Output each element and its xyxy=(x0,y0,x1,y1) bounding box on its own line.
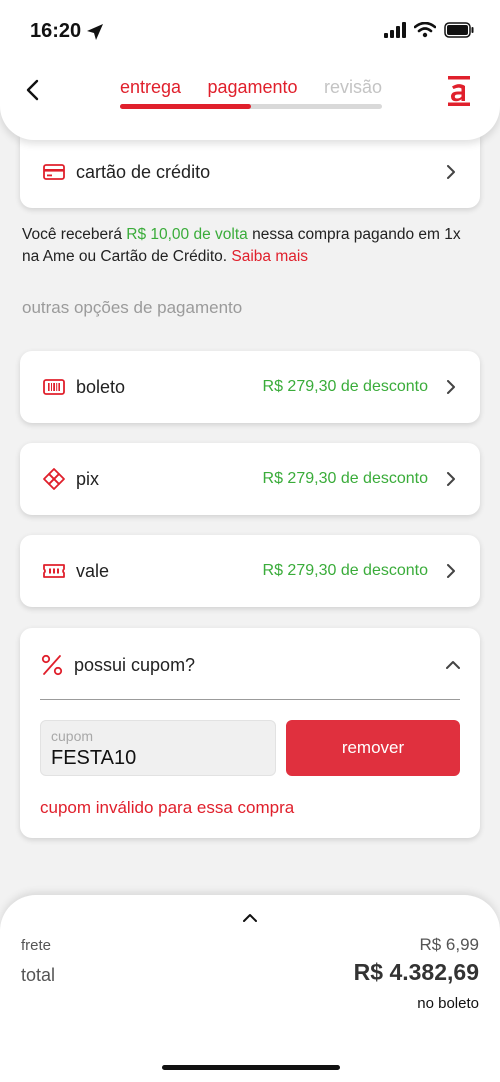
wifi-icon xyxy=(414,22,436,38)
pix-discount: R$ 279,30 de desconto xyxy=(262,470,428,487)
checkout-steps: entrega pagamento revisão xyxy=(120,77,382,109)
voucher-icon xyxy=(42,559,66,583)
coupon-title: possui cupom? xyxy=(74,654,196,675)
vale-option[interactable]: vale R$ 279,30 de desconto xyxy=(20,535,480,607)
boleto-label: boleto xyxy=(76,376,126,397)
vale-discount: R$ 279,30 de desconto xyxy=(262,562,428,579)
chevron-right-icon xyxy=(447,165,455,179)
pix-icon xyxy=(42,467,66,491)
boleto-discount: R$ 279,30 de desconto xyxy=(262,378,428,395)
back-chevron-icon[interactable] xyxy=(22,78,46,102)
cashback-amount: R$ 10,00 de volta xyxy=(126,226,248,243)
coupon-input-value: FESTA10 xyxy=(51,747,137,769)
pix-option[interactable]: pix R$ 279,30 de desconto xyxy=(20,443,480,515)
total-value: R$ 4.382,69 xyxy=(353,959,479,985)
signal-icon xyxy=(384,22,406,38)
total-label: total xyxy=(21,965,56,985)
steps-progress-fill xyxy=(120,104,251,109)
steps-progress-track xyxy=(120,104,382,109)
remove-coupon-button[interactable]: remover xyxy=(286,720,460,776)
coupon-divider xyxy=(40,699,460,700)
coupon-toggle[interactable]: possui cupom? xyxy=(40,650,460,680)
saiba-mais-link[interactable]: Saiba mais xyxy=(231,248,308,265)
americanas-logo-icon xyxy=(448,76,470,106)
cashback-message: Você receberá R$ 10,00 de volta nessa co… xyxy=(22,224,478,268)
coupon-input[interactable]: cupom FESTA10 xyxy=(40,720,276,776)
credit-card-label: cartão de crédito xyxy=(76,161,211,182)
status-indicators xyxy=(384,22,474,38)
total-note: no boleto xyxy=(417,995,479,1012)
frete-label: frete xyxy=(21,937,52,954)
boleto-option[interactable]: boleto R$ 279,30 de desconto xyxy=(20,351,480,423)
vale-label: vale xyxy=(76,560,110,581)
status-time: 16:20 xyxy=(30,20,82,42)
step-pagamento[interactable]: pagamento xyxy=(207,77,297,98)
credit-card-icon xyxy=(42,160,66,184)
other-options-title: outras opções de pagamento xyxy=(22,298,243,317)
step-revisao: revisão xyxy=(323,77,382,97)
cashback-prefix: Você receberá xyxy=(22,226,127,243)
coupon-error-message: cupom inválido para essa compra xyxy=(40,798,295,817)
checkout-header: 16:20 entrega pagamento revisão xyxy=(0,0,500,140)
pix-label: pix xyxy=(76,468,100,489)
frete-value: R$ 6,99 xyxy=(419,935,479,954)
coupon-card: possui cupom? cupom FESTA10 remover cupo… xyxy=(20,628,480,838)
coupon-input-label: cupom xyxy=(51,728,94,744)
status-bar: 16:20 xyxy=(0,0,500,62)
percent-icon xyxy=(41,654,63,676)
chevron-right-icon xyxy=(447,380,455,394)
location-arrow-icon xyxy=(87,24,103,40)
credit-card-option[interactable]: cartão de crédito xyxy=(20,136,480,208)
home-indicator xyxy=(162,1065,340,1070)
barcode-icon xyxy=(42,375,66,399)
chevron-up-icon[interactable] xyxy=(446,660,460,670)
battery-icon xyxy=(444,22,474,38)
chevron-right-icon xyxy=(447,564,455,578)
order-summary-footer: frete R$ 6,99 total R$ 4.382,69 no bolet… xyxy=(0,895,500,1082)
step-entrega[interactable]: entrega xyxy=(120,77,181,98)
chevron-right-icon xyxy=(447,472,455,486)
chevron-up-icon[interactable] xyxy=(243,913,257,923)
